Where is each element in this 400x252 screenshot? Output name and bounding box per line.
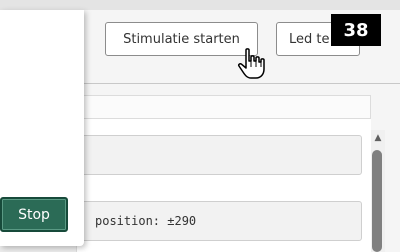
dropdown-popup: Stop: [0, 10, 84, 246]
log-entry-text: position: ±290: [95, 214, 197, 228]
triangle-up-icon[interactable]: ▲: [372, 133, 384, 143]
step-number-badge: 38: [331, 14, 381, 46]
window-top-strip: [0, 0, 400, 10]
stop-label: Stop: [18, 206, 50, 223]
stop-button[interactable]: Stop: [0, 197, 68, 232]
scrollbar-thumb[interactable]: [372, 150, 382, 252]
start-stimulation-label: Stimulatie starten: [123, 31, 240, 47]
hand-pointer-icon: [238, 48, 265, 79]
log-entry: position: ±290: [80, 201, 362, 241]
log-header-row: [76, 95, 371, 119]
led-test-label: Led te: [289, 31, 330, 47]
log-entry: [80, 135, 362, 175]
header-divider: [76, 83, 400, 84]
step-number: 38: [343, 19, 369, 41]
